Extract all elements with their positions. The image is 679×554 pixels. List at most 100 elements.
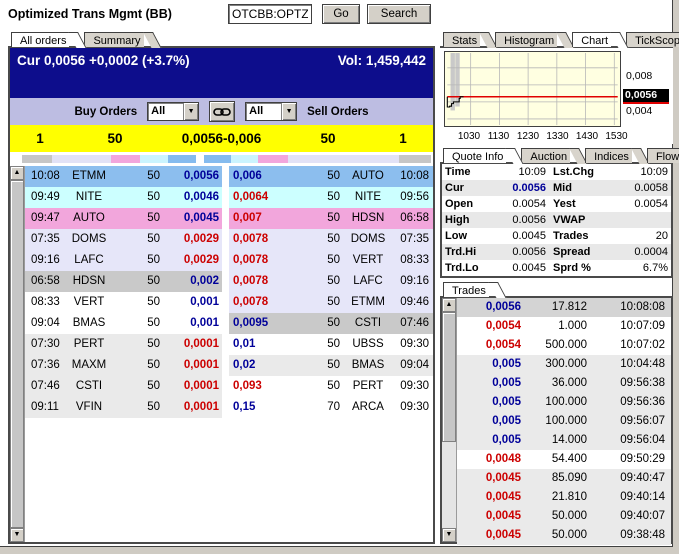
tab-summary[interactable]: Summary bbox=[84, 32, 143, 47]
ask-table: 0,00650AUTO10:080,006450NITE09:560,00750… bbox=[229, 166, 433, 542]
scrollbar-thumb[interactable] bbox=[442, 312, 456, 442]
bid-row[interactable]: 09:04BMAS500,001 bbox=[25, 313, 222, 334]
sell-orders-select-value: All bbox=[246, 103, 281, 120]
tab-quote-info[interactable]: Quote Info bbox=[443, 148, 506, 163]
bid-ask-spread: 0,0056-0,006 bbox=[160, 131, 283, 146]
scroll-down-icon[interactable]: ▼ bbox=[10, 528, 24, 542]
current-price-text: Cur 0,0056 +0,0002 (+3.7%) bbox=[17, 53, 190, 98]
book-divider bbox=[222, 166, 229, 542]
book-scrollbar[interactable]: ▲ ▼ bbox=[10, 166, 25, 542]
ask-row[interactable]: 0,0150UBSS09:30 bbox=[229, 334, 433, 355]
sell-orders-label: Sell Orders bbox=[307, 106, 368, 118]
quote-tabs: Quote InfoAuctionIndicesFlow bbox=[440, 146, 673, 163]
bid-row[interactable]: 08:33VERT500,001 bbox=[25, 292, 222, 313]
scroll-up-icon[interactable]: ▲ bbox=[442, 298, 456, 312]
ask-row[interactable]: 0,007850VERT08:33 bbox=[229, 250, 433, 271]
ask-row[interactable]: 0,007850LAFC09:16 bbox=[229, 271, 433, 292]
order-book-panel: Cur 0,0056 +0,0002 (+3.7%) Vol: 1,459,44… bbox=[8, 46, 435, 544]
tab-tickscope[interactable]: TickScope bbox=[626, 32, 679, 47]
page-title: Optimized Trans Mgmt (BB) bbox=[8, 7, 172, 21]
quote-row: Open0.0054Yest0.0054 bbox=[442, 196, 671, 212]
tab-histogram[interactable]: Histogram bbox=[495, 32, 557, 47]
app-frame: Optimized Trans Mgmt (BB) Go Search All … bbox=[0, 0, 673, 547]
depth-bar-segment bbox=[258, 155, 288, 163]
scrollbar-track[interactable] bbox=[442, 442, 456, 528]
go-button[interactable]: Go bbox=[322, 4, 360, 24]
link-buy-sell-button[interactable] bbox=[209, 101, 235, 122]
tab-indices[interactable]: Indices bbox=[585, 148, 632, 163]
tab-stats[interactable]: Stats bbox=[443, 32, 480, 47]
ask-row[interactable]: 0,006450NITE09:56 bbox=[229, 187, 433, 208]
bid-row[interactable]: 10:08ETMM500,0056 bbox=[25, 166, 222, 187]
depth-bar-segment bbox=[204, 155, 231, 163]
quote-row: Trd.Hi0.0056Spread0.0004 bbox=[442, 244, 671, 260]
tab-all-orders[interactable]: All orders bbox=[11, 32, 69, 47]
quote-row: Low0.0045Trades20 bbox=[442, 228, 671, 244]
ask-row[interactable]: 0,009550CSTI07:46 bbox=[229, 313, 433, 334]
quote-row: Cur0.0056Mid0.0058 bbox=[442, 180, 671, 196]
trade-row: 0,00541.00010:07:09 bbox=[457, 317, 671, 336]
bid-row[interactable]: 09:47AUTO500,0045 bbox=[25, 208, 222, 229]
chevron-down-icon[interactable]: ▼ bbox=[183, 103, 198, 120]
trade-row: 0,005100.00009:56:07 bbox=[457, 412, 671, 431]
ask-row[interactable]: 0,1570ARCA09:30 bbox=[229, 397, 433, 418]
y-axis-label: 0,008 bbox=[626, 70, 652, 82]
buy-orders-select[interactable]: All ▼ bbox=[147, 102, 199, 121]
bid-row[interactable]: 07:35DOMS500,0029 bbox=[25, 229, 222, 250]
x-axis-label: 1530 bbox=[604, 131, 630, 142]
ask-row[interactable]: 0,00750HDSN06:58 bbox=[229, 208, 433, 229]
depth-bar-segment bbox=[52, 155, 111, 163]
depth-bar-segment bbox=[231, 155, 258, 163]
trade-row: 0,00536.00009:56:38 bbox=[457, 374, 671, 393]
ask-row[interactable]: 0,00650AUTO10:08 bbox=[229, 166, 433, 187]
top-bar: Optimized Trans Mgmt (BB) Go Search bbox=[0, 0, 672, 28]
bid-row[interactable]: 09:11VFIN500,0001 bbox=[25, 397, 222, 418]
chart-tabs: StatsHistogramChartTickScope bbox=[440, 30, 673, 47]
symbol-input[interactable] bbox=[228, 4, 312, 24]
bid-row[interactable]: 06:58HDSN500,002 bbox=[25, 271, 222, 292]
ask-row[interactable]: 0,007850ETMM09:46 bbox=[229, 292, 433, 313]
tab-auction[interactable]: Auction bbox=[521, 148, 570, 163]
bid-row[interactable]: 07:36MAXM500,0001 bbox=[25, 355, 222, 376]
bid-row[interactable]: 07:46CSTI500,0001 bbox=[25, 376, 222, 397]
trades-scrollbar[interactable]: ▲ ▼ bbox=[442, 298, 457, 542]
trades-tabs: Trades bbox=[440, 280, 673, 297]
trade-row: 0,005300.00010:04:48 bbox=[457, 355, 671, 374]
bid-row[interactable]: 09:16LAFC500,0029 bbox=[25, 250, 222, 271]
ask-row[interactable]: 0,09350PERT09:30 bbox=[229, 376, 433, 397]
bid-row[interactable]: 09:49NITE500,0046 bbox=[25, 187, 222, 208]
depth-bar-segment bbox=[22, 155, 52, 163]
ask-count: 1 bbox=[373, 131, 433, 146]
sell-orders-select[interactable]: All ▼ bbox=[245, 102, 297, 121]
trade-row: 0,00514.00009:56:04 bbox=[457, 431, 671, 450]
tab-trades[interactable]: Trades bbox=[443, 282, 489, 297]
depth-bar-segment bbox=[168, 155, 196, 163]
order-filter-row: Buy Orders All ▼ All ▼ bbox=[10, 98, 433, 125]
chart-y-axis: 0,0056 0,0080,004 bbox=[623, 51, 673, 127]
chart-x-axis: 103011301230133014301530 bbox=[444, 129, 622, 144]
ask-row[interactable]: 0,007850DOMS07:35 bbox=[229, 229, 433, 250]
bid-row[interactable]: 07:30PERT500,0001 bbox=[25, 334, 222, 355]
depth-bars-row bbox=[10, 152, 433, 166]
scroll-down-icon[interactable]: ▼ bbox=[442, 528, 456, 542]
tab-chart[interactable]: Chart bbox=[572, 32, 611, 47]
chevron-down-icon[interactable]: ▼ bbox=[281, 103, 296, 120]
buy-orders-select-value: All bbox=[148, 103, 183, 120]
trades-list: 0,005617.81210:08:080,00541.00010:07:090… bbox=[457, 298, 671, 542]
quote-row: Trd.Lo0.0045Sprd %6.7% bbox=[442, 260, 671, 276]
scroll-up-icon[interactable]: ▲ bbox=[10, 166, 24, 180]
scrollbar-thumb[interactable] bbox=[10, 180, 24, 528]
bid-count: 1 bbox=[10, 131, 70, 146]
depth-bar-segment bbox=[111, 155, 141, 163]
tab-flow[interactable]: Flow bbox=[647, 148, 679, 163]
ask-row[interactable]: 0,0250BMAS09:04 bbox=[229, 355, 433, 376]
intraday-chart-plot bbox=[444, 51, 621, 127]
depth-bar-segment bbox=[288, 155, 399, 163]
ask-depth-bar bbox=[204, 155, 431, 163]
search-button[interactable]: Search bbox=[367, 4, 431, 24]
summary-bar: Cur 0,0056 +0,0002 (+3.7%) Vol: 1,459,44… bbox=[10, 48, 433, 98]
buy-orders-label: Buy Orders bbox=[74, 106, 137, 118]
order-book: ▲ ▼ 10:08ETMM500,005609:49NITE500,004609… bbox=[10, 166, 433, 542]
bid-depth-bar bbox=[22, 155, 196, 163]
trade-row: 0,005100.00009:56:36 bbox=[457, 393, 671, 412]
